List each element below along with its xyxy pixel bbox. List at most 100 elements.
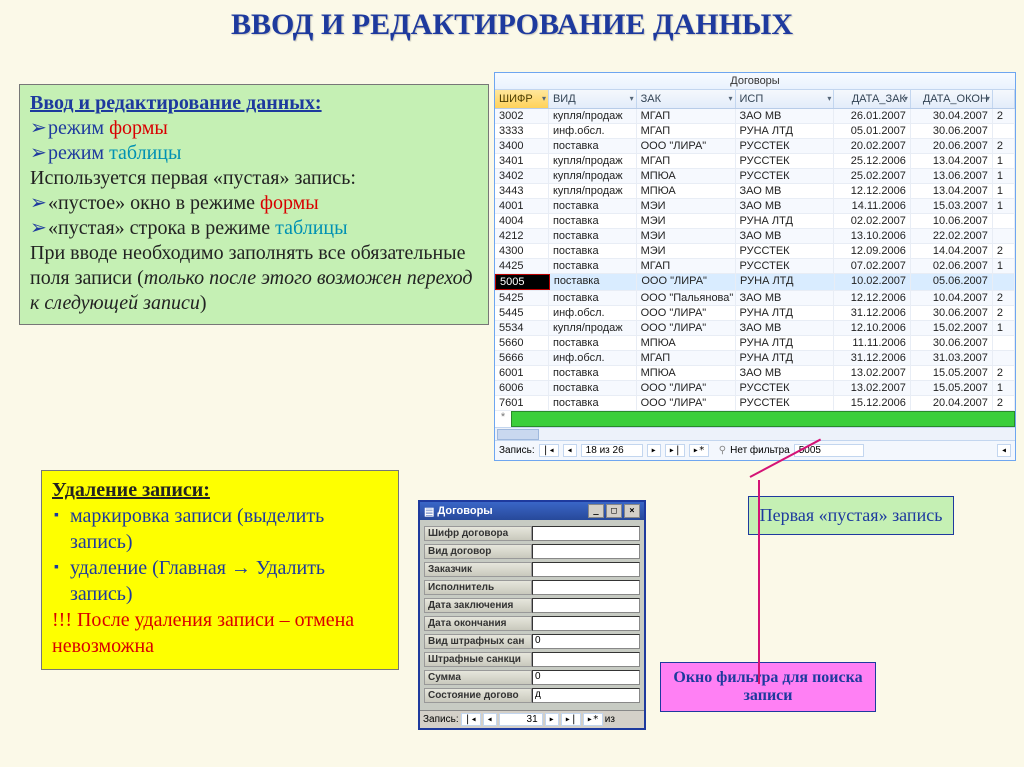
cell: 7601 bbox=[495, 396, 549, 410]
nav-next-button[interactable]: ▸ bbox=[545, 713, 559, 726]
table-row[interactable]: 3333инф.обсл.МГАПРУНА ЛТД05.01.200730.06… bbox=[495, 124, 1015, 139]
field-input[interactable]: 0 bbox=[532, 670, 640, 685]
nav-pos[interactable]: 31 bbox=[499, 713, 543, 726]
field-input[interactable] bbox=[532, 562, 640, 577]
cell: поставка bbox=[549, 229, 637, 243]
table-row[interactable]: 6001поставкаМПЮАЗАО МВ13.02.200715.05.20… bbox=[495, 366, 1015, 381]
field-input[interactable] bbox=[532, 544, 640, 559]
form-window: ▤ Договоры _ □ × Шифр договораВид догово… bbox=[418, 500, 646, 730]
col-header[interactable]: ДАТА_ЗАК▾ bbox=[834, 90, 910, 108]
cell: МГАП bbox=[637, 351, 736, 365]
nav-last-button[interactable]: ▸| bbox=[665, 444, 685, 457]
col-header[interactable]: ИСП▾ bbox=[736, 90, 835, 108]
dropdown-icon: ▾ bbox=[986, 94, 990, 103]
table-row[interactable]: 5666инф.обсл.МГАПРУНА ЛТД31.12.200631.03… bbox=[495, 351, 1015, 366]
col-header[interactable]: ШИФР▾ bbox=[495, 90, 549, 108]
cell: 2 bbox=[993, 109, 1015, 123]
cell bbox=[993, 124, 1015, 138]
table-row[interactable]: 5425поставкаООО "Пальянова"ЗАО МВ12.12.2… bbox=[495, 291, 1015, 306]
page-title: ВВОД И РЕДАКТИРОВАНИЕ ДАННЫХ bbox=[0, 0, 1024, 48]
cell: поставка bbox=[549, 291, 637, 305]
cell: ООО "ЛИРА" bbox=[637, 381, 736, 395]
cell: 10.02.2007 bbox=[835, 274, 911, 290]
field-input[interactable]: д bbox=[532, 688, 640, 703]
cell: ООО "ЛИРА" bbox=[637, 274, 736, 290]
new-record-row[interactable]: * bbox=[495, 411, 1015, 427]
cell: 5425 bbox=[495, 291, 549, 305]
cell: 14.04.2007 bbox=[911, 244, 993, 258]
col-header[interactable]: ДАТА_ОКОН▾ bbox=[911, 90, 993, 108]
dropdown-icon: ▾ bbox=[904, 94, 908, 103]
nav-first-button[interactable]: |◂ bbox=[461, 713, 481, 726]
col-header[interactable]: ВИД▾ bbox=[549, 90, 637, 108]
cell: РУНА ЛТД bbox=[736, 306, 835, 320]
cell: МГАП bbox=[637, 154, 736, 168]
table-row[interactable]: 5534купля/продажООО "ЛИРА"ЗАО МВ12.10.20… bbox=[495, 321, 1015, 336]
cell: 15.05.2007 bbox=[911, 381, 993, 395]
delete-box: Удаление записи: маркировка записи (выде… bbox=[41, 470, 399, 670]
table-row[interactable]: 7601поставкаООО "ЛИРА"РУССТЕК15.12.20062… bbox=[495, 396, 1015, 411]
maximize-button[interactable]: □ bbox=[606, 504, 622, 518]
table-row[interactable]: 3401купля/продажМГАПРУССТЕК25.12.200613.… bbox=[495, 154, 1015, 169]
nav-pos[interactable]: 18 из 26 bbox=[581, 444, 643, 457]
nav-prev-button[interactable]: ◂ bbox=[563, 444, 577, 457]
table-row[interactable]: 3402купля/продажМПЮАРУССТЕК25.02.200713.… bbox=[495, 169, 1015, 184]
cell: 2 bbox=[993, 366, 1015, 380]
cell: 3333 bbox=[495, 124, 549, 138]
nav-first-button[interactable]: |◂ bbox=[539, 444, 559, 457]
field-label: Сумма bbox=[424, 670, 532, 685]
close-button[interactable]: × bbox=[624, 504, 640, 518]
field-input[interactable] bbox=[532, 652, 640, 667]
cell: ООО "ЛИРА" bbox=[637, 396, 736, 410]
box1-header: Ввод и редактирование данных: bbox=[30, 91, 478, 116]
nav-new-button[interactable]: ▸* bbox=[583, 713, 603, 726]
cell: РУССТЕК bbox=[736, 169, 835, 183]
cell: ООО "ЛИРА" bbox=[637, 139, 736, 153]
cell: 10.04.2007 bbox=[911, 291, 993, 305]
cell: 15.03.2007 bbox=[911, 199, 993, 213]
cell: МЭИ bbox=[637, 214, 736, 228]
box2-header: Удаление записи: bbox=[52, 477, 388, 503]
minimize-button[interactable]: _ bbox=[588, 504, 604, 518]
new-record-star-icon: * bbox=[495, 411, 511, 427]
cell: 20.02.2007 bbox=[834, 139, 910, 153]
field-input[interactable] bbox=[532, 580, 640, 595]
nav-new-button[interactable]: ▸* bbox=[689, 444, 709, 457]
cell: РУНА ЛТД bbox=[736, 351, 835, 365]
table-row[interactable]: 4425поставкаМГАПРУССТЕК07.02.200702.06.2… bbox=[495, 259, 1015, 274]
field-input[interactable] bbox=[532, 616, 640, 631]
field-input[interactable] bbox=[532, 526, 640, 541]
nav-next-button[interactable]: ▸ bbox=[647, 444, 661, 457]
nav-prev-button[interactable]: ◂ bbox=[483, 713, 497, 726]
field-label: Заказчик bbox=[424, 562, 532, 577]
table-row[interactable]: 3400поставкаООО "ЛИРА"РУССТЕК20.02.20072… bbox=[495, 139, 1015, 154]
field-input[interactable] bbox=[532, 598, 640, 613]
cell: поставка bbox=[550, 274, 637, 290]
table-row[interactable]: 4300поставкаМЭИРУССТЕК12.09.200614.04.20… bbox=[495, 244, 1015, 259]
table-row[interactable]: 5660поставкаМПЮАРУНА ЛТД11.11.200630.06.… bbox=[495, 336, 1015, 351]
cell: МГАП bbox=[637, 124, 736, 138]
table-row[interactable]: 3002купля/продажМГАПЗАО МВ26.01.200730.0… bbox=[495, 109, 1015, 124]
table-row[interactable]: 5005поставкаООО "ЛИРА"РУНА ЛТД10.02.2007… bbox=[495, 274, 1015, 291]
form-record-navigator: Запись: |◂ ◂ 31 ▸ ▸| ▸* из bbox=[420, 710, 644, 728]
table-row[interactable]: 4001поставкаМЭИЗАО МВ14.11.200615.03.200… bbox=[495, 199, 1015, 214]
col-header[interactable]: ЗАК▾ bbox=[637, 90, 736, 108]
table-row[interactable]: 4004поставкаМЭИРУНА ЛТД02.02.200710.06.2… bbox=[495, 214, 1015, 229]
field-input[interactable]: 0 bbox=[532, 634, 640, 649]
cell: 5445 bbox=[495, 306, 549, 320]
footer-left-icon[interactable]: ◂ bbox=[997, 444, 1011, 457]
nav-last-button[interactable]: ▸| bbox=[561, 713, 581, 726]
table-row[interactable]: 5445инф.обсл.ООО "ЛИРА"РУНА ЛТД31.12.200… bbox=[495, 306, 1015, 321]
cell: поставка bbox=[549, 139, 637, 153]
table-row[interactable]: 6006поставкаООО "ЛИРА"РУССТЕК13.02.20071… bbox=[495, 381, 1015, 396]
table-row[interactable]: 4212поставкаМЭИЗАО МВ13.10.200622.02.200… bbox=[495, 229, 1015, 244]
form-titlebar: ▤ Договоры _ □ × bbox=[420, 502, 644, 520]
cell: МПЮА bbox=[637, 184, 736, 198]
filter-label: Нет фильтра bbox=[730, 445, 790, 456]
cell: 30.06.2007 bbox=[911, 336, 993, 350]
form-field: Заказчик bbox=[424, 562, 640, 577]
table-row[interactable]: 3443купля/продажМПЮАЗАО МВ12.12.200613.0… bbox=[495, 184, 1015, 199]
cell: РУНА ЛТД bbox=[736, 124, 835, 138]
h-scrollbar[interactable] bbox=[495, 427, 1015, 440]
cell: 12.10.2006 bbox=[834, 321, 910, 335]
